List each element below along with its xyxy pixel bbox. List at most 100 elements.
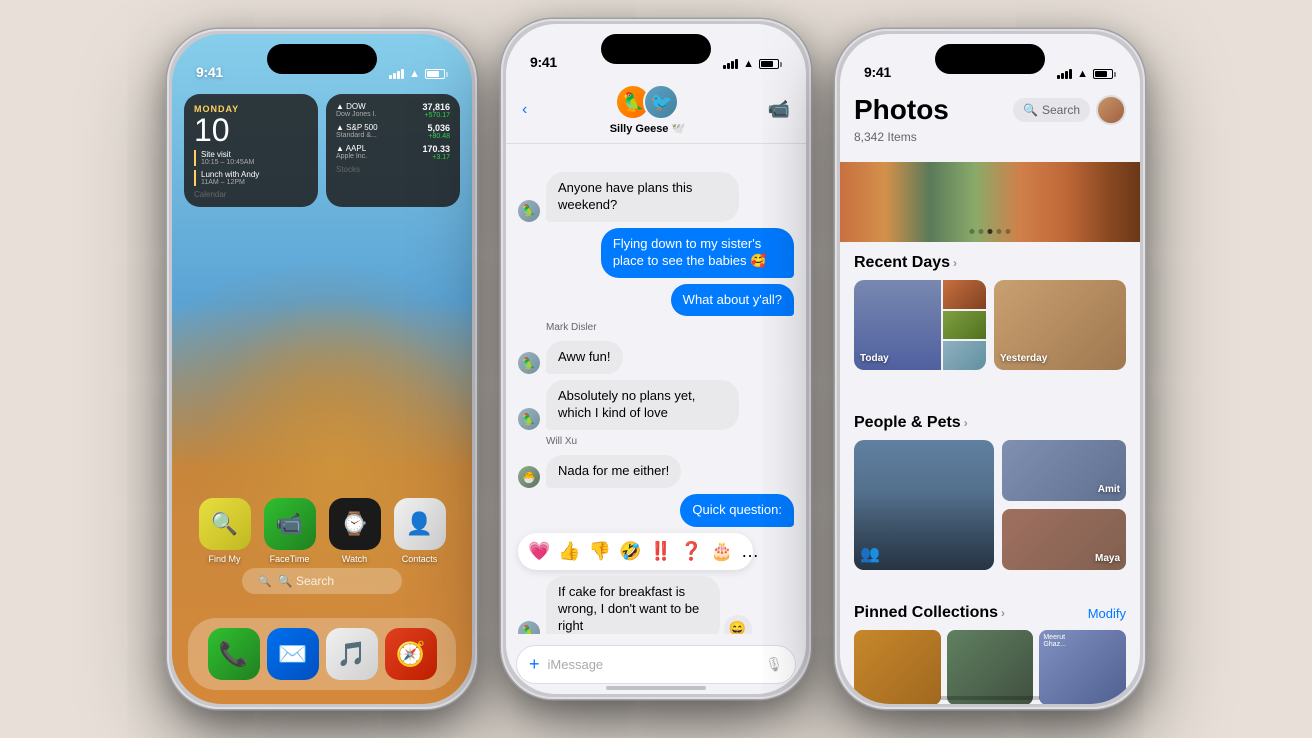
emoji-laugh[interactable]: 🤣: [619, 541, 641, 562]
stock-aapl-sub: Apple Inc.: [336, 153, 367, 160]
video-call-button[interactable]: 📹: [768, 99, 790, 120]
recent-days-section: Recent Days ›: [840, 254, 1140, 370]
hero-dot-1: [970, 229, 975, 234]
home-icons: 🔍 Find My 📹 FaceTime ⌚ Watch 👤 Contacts: [172, 498, 472, 564]
phone-home-screen: 9:41 ▲: [167, 29, 477, 709]
home-indicator-2: [606, 686, 706, 690]
pinned-card-3[interactable]: MeerutGhaz...: [1039, 630, 1126, 704]
cal-event-1: Site visit 10:15 – 10:45AM: [194, 150, 308, 166]
stock-dow-change: +570.17: [422, 112, 450, 119]
cal-event-title-1: Site visit: [201, 150, 308, 159]
status-time-phone3: 9:41: [864, 64, 891, 80]
bubble-6: Nada for me either!: [546, 455, 681, 488]
photos-hero[interactable]: [840, 162, 1140, 242]
people-label-maya: Maya: [1095, 553, 1120, 564]
message-row-7: Quick question:: [518, 494, 794, 527]
imessage-plus-button[interactable]: +: [529, 654, 540, 675]
dock-phone[interactable]: 📞: [208, 628, 260, 680]
emoji-bar[interactable]: 💗 👍 👎 🤣 ‼️ ❓ 🎂 …: [518, 533, 753, 570]
stock-sp500-change: +80.48: [427, 133, 450, 140]
people-pets-title[interactable]: People & Pets ›: [854, 414, 1126, 432]
typing-reaction-icon: 😄: [724, 615, 752, 634]
dock-mail[interactable]: ✉️: [267, 628, 319, 680]
msg-avatar-6: 🐣: [518, 466, 540, 488]
signal-bar-3-3: [1065, 71, 1068, 79]
pinned-modify-button[interactable]: Modify: [1088, 606, 1126, 621]
stock-aapl-name: ▲ AAPL: [336, 144, 367, 153]
imessage-mic-button[interactable]: 🎙: [765, 656, 783, 673]
stock-dow: ▲ DOW Dow Jones I. 37,816 +570.17: [336, 102, 450, 119]
findmy-icon: 🔍: [199, 498, 251, 550]
stock-dow-val: 37,816: [422, 102, 450, 112]
hero-dot-4: [997, 229, 1002, 234]
bubble-8-wrap: If cake for breakfast is wrong, I don't …: [546, 576, 794, 634]
dock-music[interactable]: 🎵: [326, 628, 378, 680]
emoji-thumbsdown[interactable]: 👎: [589, 541, 611, 562]
findmy-label: Find My: [208, 554, 240, 564]
msg-avatar-4: 🦜: [518, 352, 540, 374]
signal-bar-2-4: [735, 59, 738, 69]
recent-thumb-col: [943, 280, 986, 370]
app-watch[interactable]: ⌚ Watch: [329, 498, 381, 564]
phone-messages: 9:41 ▲: [501, 19, 811, 699]
signal-bars-phone2: [723, 59, 738, 69]
pinned-title[interactable]: Pinned Collections ›: [854, 604, 1005, 622]
emoji-heart[interactable]: 💗: [528, 541, 550, 562]
recent-card-today-label: Today: [860, 353, 889, 364]
recent-days-title[interactable]: Recent Days ›: [854, 254, 1126, 272]
widgets-row: MONDAY 10 Site visit 10:15 – 10:45AM Lun…: [184, 94, 460, 207]
message-row-4: 🦜 Aww fun!: [518, 341, 794, 374]
wifi-icon-phone3: ▲: [1077, 68, 1088, 80]
widget-stocks[interactable]: ▲ DOW Dow Jones I. 37,816 +570.17: [326, 94, 460, 207]
signal-bar-2-2: [727, 63, 730, 69]
msg-avatar-8: 🦜: [518, 621, 540, 634]
status-icons-phone3: ▲: [1057, 68, 1116, 80]
home-search[interactable]: 🔍 🔍 Search: [242, 568, 402, 594]
emoji-cake[interactable]: 🎂: [711, 541, 733, 562]
stock-aapl: ▲ AAPL Apple Inc. 170.33 +3.17: [336, 144, 450, 161]
emoji-question[interactable]: ❓: [680, 541, 702, 562]
photos-count: 8,342 Items: [854, 130, 1126, 144]
app-findmy[interactable]: 🔍 Find My: [199, 498, 251, 564]
facetime-icon: 📹: [264, 498, 316, 550]
dock-compass[interactable]: 🧭: [385, 628, 437, 680]
people-pets-label: People & Pets: [854, 414, 961, 432]
signal-bar-3: [397, 71, 400, 79]
msg-avatar-5: 🦜: [518, 408, 540, 430]
people-card-large[interactable]: 👥: [854, 440, 994, 570]
people-card-maya[interactable]: Maya: [1002, 509, 1126, 570]
hero-dot-2: [979, 229, 984, 234]
pinned-chevron: ›: [1001, 606, 1005, 620]
recent-card-yesterday[interactable]: Yesterday: [994, 280, 1126, 370]
photos-user-avatar[interactable]: [1096, 95, 1126, 125]
people-pets-chevron: ›: [964, 416, 968, 430]
message-row-1: 🦜 Anyone have plans this weekend?: [518, 172, 794, 222]
photos-search-label: Search: [1042, 103, 1080, 117]
cal-date: 10: [194, 114, 308, 146]
search-icon-home: 🔍: [258, 575, 272, 588]
emoji-thumbsup[interactable]: 👍: [558, 541, 580, 562]
widget-label-stocks: Stocks: [336, 165, 450, 174]
emoji-reaction-bar-row: 💗 👍 👎 🤣 ‼️ ❓ 🎂 …: [518, 533, 794, 570]
signal-bar-1: [389, 75, 392, 79]
status-icons-phone1: ▲: [389, 68, 448, 80]
recent-card-today[interactable]: Today: [854, 280, 986, 370]
app-contacts[interactable]: 👤 Contacts: [394, 498, 446, 564]
emoji-exclaim[interactable]: ‼️: [650, 541, 672, 562]
app-facetime[interactable]: 📹 FaceTime: [264, 498, 316, 564]
signal-bar-3-1: [1057, 75, 1060, 79]
pinned-card-2[interactable]: [947, 630, 1034, 704]
pinned-card-1[interactable]: [854, 630, 941, 704]
signal-bar-2-1: [723, 65, 726, 69]
messages-group-info[interactable]: 🦜 🐦 Silly Geese 🕊️: [610, 84, 685, 135]
imessage-input[interactable]: iMessage: [548, 657, 758, 672]
status-time-phone2: 9:41: [530, 54, 557, 70]
people-card-amit[interactable]: Amit: [1002, 440, 1126, 501]
photos-header-actions: 🔍 Search: [1013, 95, 1126, 125]
photos-search-button[interactable]: 🔍 Search: [1013, 98, 1090, 122]
emoji-more[interactable]: …: [741, 541, 759, 562]
widget-calendar[interactable]: MONDAY 10 Site visit 10:15 – 10:45AM Lun…: [184, 94, 318, 207]
back-button[interactable]: ‹: [522, 101, 527, 119]
sender-name-mark: Mark Disler: [546, 322, 794, 333]
signal-bar-4: [401, 69, 404, 79]
